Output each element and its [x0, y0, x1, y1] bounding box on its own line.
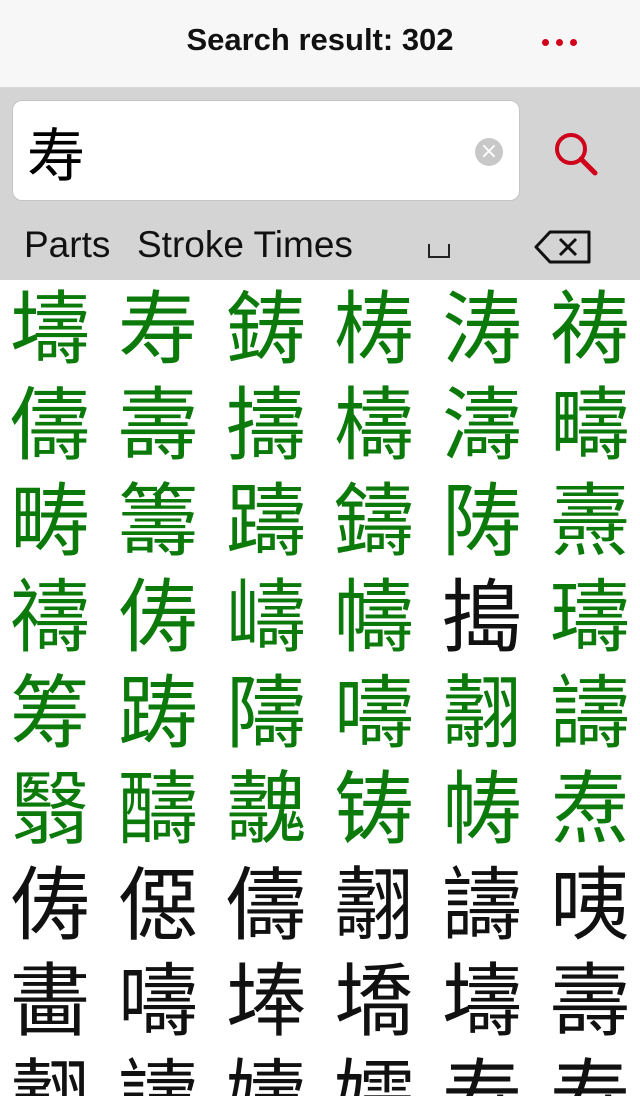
result-character[interactable]: 燾: [538, 474, 640, 570]
result-character[interactable]: 隯: [214, 666, 318, 762]
search-icon[interactable]: [548, 126, 604, 182]
result-character[interactable]: 翿: [322, 858, 426, 954]
result-character[interactable]: 嚋: [106, 954, 210, 1050]
result-character[interactable]: 魗: [214, 762, 318, 858]
space-icon[interactable]: [428, 244, 450, 258]
result-character[interactable]: 埲: [214, 954, 318, 1050]
result-character[interactable]: 焘: [538, 762, 640, 858]
result-character[interactable]: 幬: [322, 570, 426, 666]
result-character[interactable]: 祷: [538, 282, 640, 378]
result-character[interactable]: 涛: [430, 282, 534, 378]
result-character[interactable]: 搗: [430, 570, 534, 666]
result-character[interactable]: 筹: [0, 666, 102, 762]
result-character[interactable]: 壔: [0, 282, 102, 378]
result-character[interactable]: 俦: [106, 570, 210, 666]
result-character[interactable]: 醻: [106, 762, 210, 858]
result-grid: 壔寿鋳梼涛祷儔壽擣檮濤疇畴籌躊鑄陦燾禱俦嶹幬搗璹筹踌隯嚋翿譸翳醻魗铸帱焘俦僫儔翿…: [0, 282, 640, 1096]
more-dots-icon[interactable]: [542, 34, 582, 50]
result-character[interactable]: 擣: [214, 378, 318, 474]
result-character[interactable]: 躊: [214, 474, 318, 570]
result-character[interactable]: 翳: [0, 762, 102, 858]
result-character[interactable]: 鋳: [214, 282, 318, 378]
result-character[interactable]: 壽: [538, 954, 640, 1050]
result-character[interactable]: 鑄: [322, 474, 426, 570]
backspace-icon[interactable]: [534, 230, 592, 264]
result-character[interactable]: 寿: [430, 1050, 534, 1096]
result-character[interactable]: 壽: [106, 378, 210, 474]
result-character[interactable]: 儔: [0, 378, 102, 474]
result-character[interactable]: 铸: [322, 762, 426, 858]
result-character[interactable]: 嬬: [322, 1050, 426, 1096]
result-character[interactable]: 墧: [322, 954, 426, 1050]
result-character[interactable]: 畵: [0, 954, 102, 1050]
result-character[interactable]: 疇: [538, 378, 640, 474]
result-character[interactable]: 嬦: [214, 1050, 318, 1096]
result-character[interactable]: 帱: [430, 762, 534, 858]
result-character[interactable]: 禱: [0, 570, 102, 666]
result-character[interactable]: 寿: [106, 282, 210, 378]
result-character[interactable]: 翿: [430, 666, 534, 762]
result-character[interactable]: 僫: [106, 858, 210, 954]
result-character[interactable]: 濤: [430, 378, 534, 474]
stroke-times-key[interactable]: Stroke Times: [137, 224, 353, 266]
result-character[interactable]: 寿: [538, 1050, 640, 1096]
result-character[interactable]: 咦: [538, 858, 640, 954]
result-character[interactable]: 嶹: [214, 570, 318, 666]
result-character[interactable]: 畴: [0, 474, 102, 570]
result-character[interactable]: 陦: [430, 474, 534, 570]
result-character[interactable]: 俦: [0, 858, 102, 954]
result-character[interactable]: 籌: [106, 474, 210, 570]
result-character[interactable]: 譸: [430, 858, 534, 954]
result-character[interactable]: 譸: [538, 666, 640, 762]
result-character[interactable]: 璹: [538, 570, 640, 666]
result-character[interactable]: 踌: [106, 666, 210, 762]
result-character[interactable]: 儔: [214, 858, 318, 954]
parts-key[interactable]: Parts: [24, 224, 110, 266]
search-input[interactable]: [27, 115, 457, 187]
result-character[interactable]: 譸: [106, 1050, 210, 1096]
clear-icon[interactable]: ×: [475, 138, 503, 166]
search-box: ×: [12, 100, 520, 201]
result-character[interactable]: 翿: [0, 1050, 102, 1096]
keyboard-row: Parts Stroke Times: [0, 216, 640, 280]
search-panel: × Parts Stroke Times: [0, 88, 640, 280]
result-character[interactable]: 檮: [322, 378, 426, 474]
result-character[interactable]: 壔: [430, 954, 534, 1050]
result-character[interactable]: 嚋: [322, 666, 426, 762]
nav-bar: Search result: 302: [0, 0, 640, 88]
result-character[interactable]: 梼: [322, 282, 426, 378]
